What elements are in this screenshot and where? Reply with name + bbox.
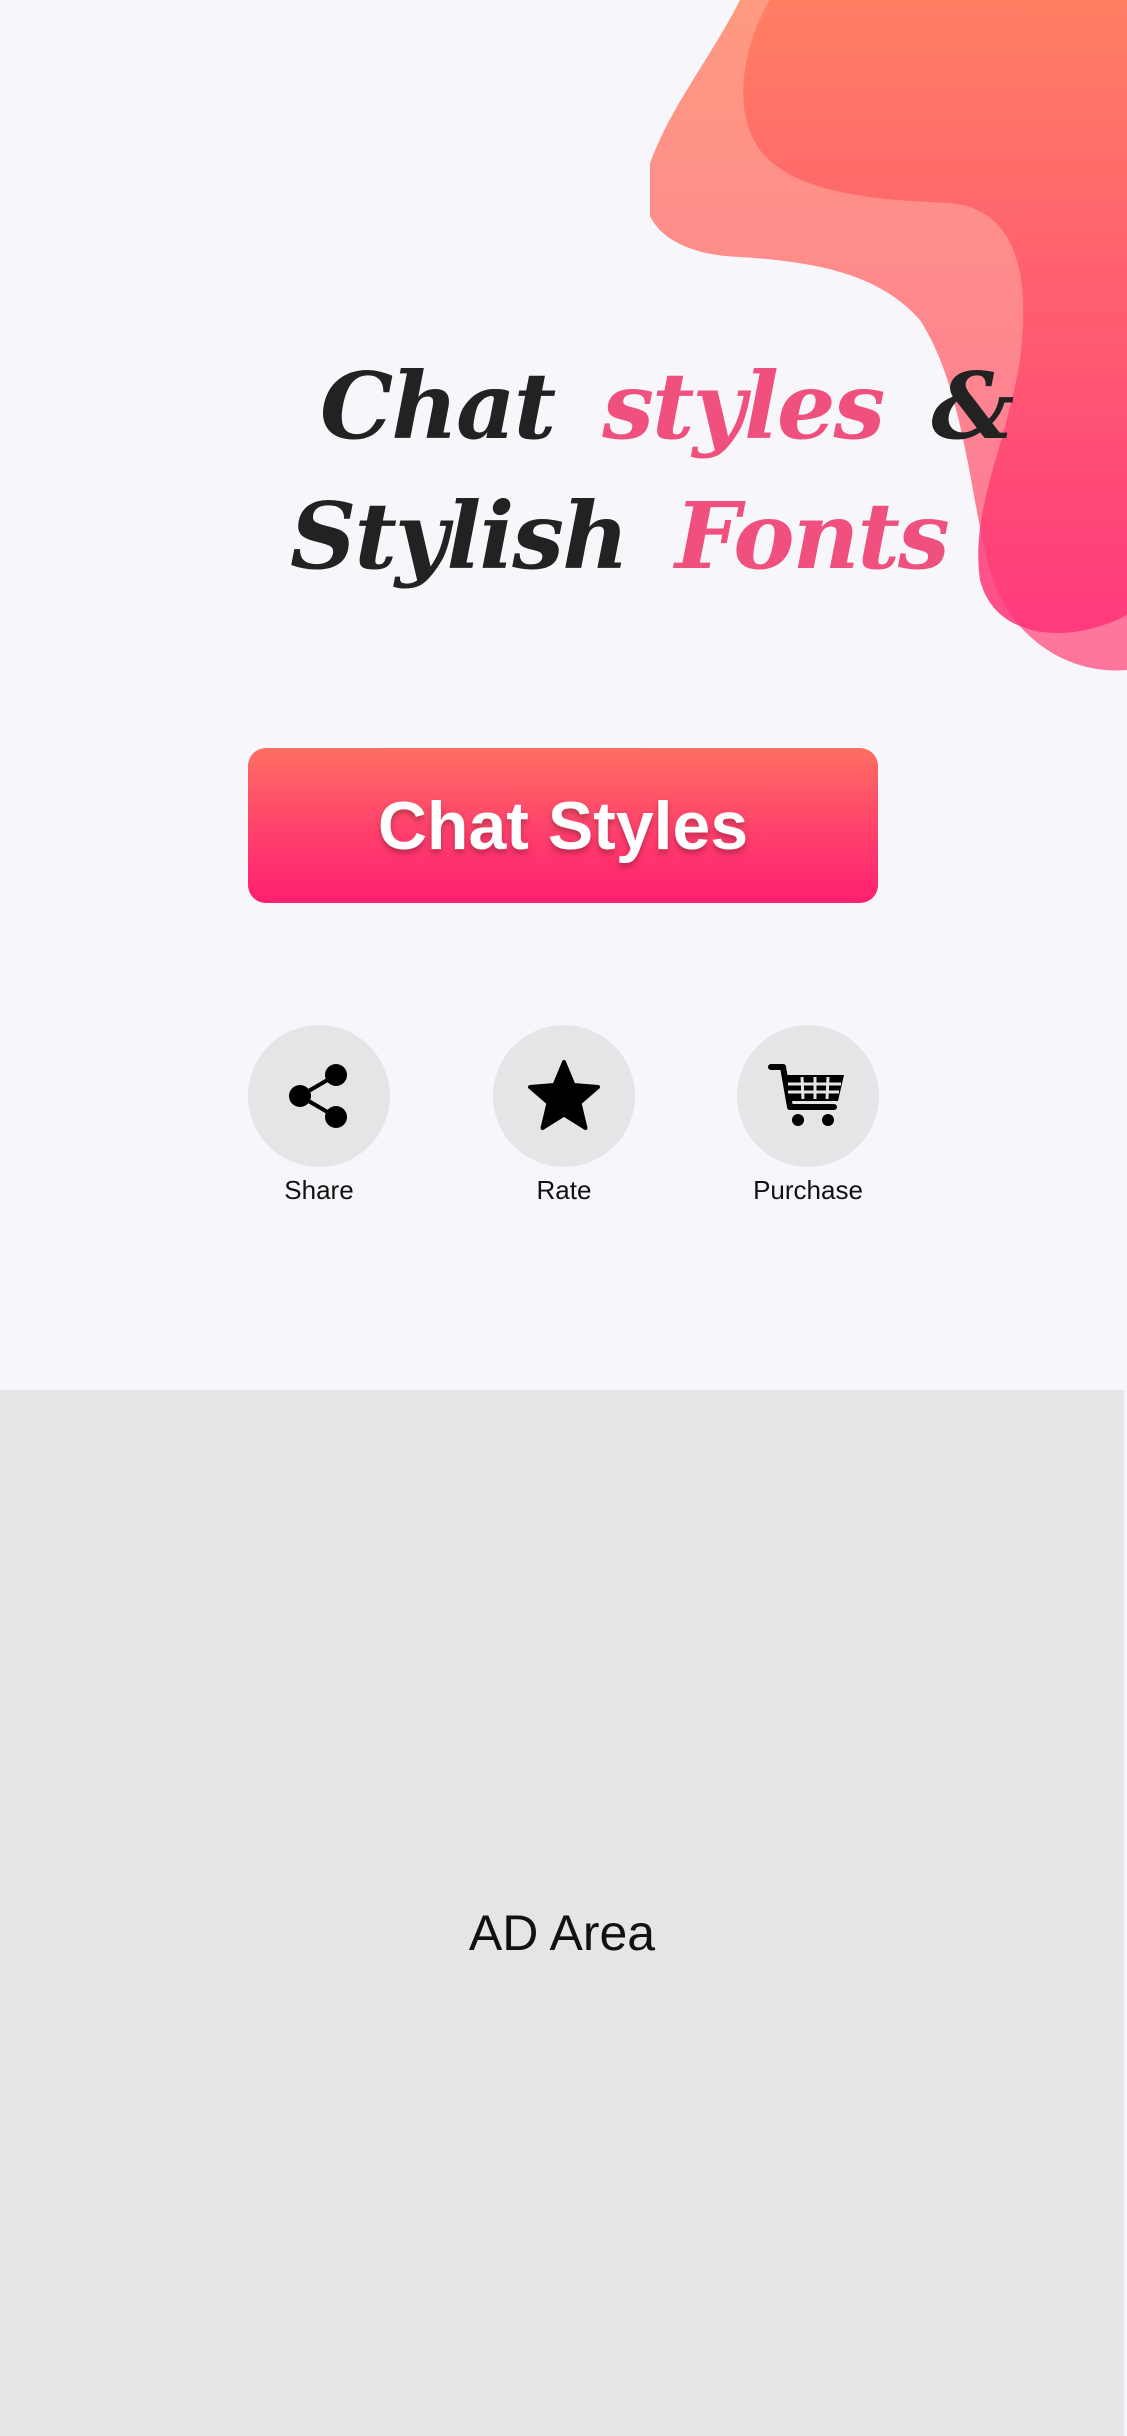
share-button[interactable]: Share bbox=[208, 1025, 428, 1215]
share-icon bbox=[289, 1064, 347, 1128]
logo-word-styles: styles bbox=[602, 352, 885, 460]
rate-label: Rate bbox=[536, 1175, 592, 1205]
rate-button[interactable]: Rate bbox=[453, 1025, 673, 1215]
purchase-icon-circle[interactable] bbox=[737, 1025, 879, 1167]
app-logo: Chat styles & Stylish Fonts bbox=[260, 330, 1014, 610]
home-screen: Chat styles & Stylish Fonts Chat Styles … bbox=[0, 0, 1127, 1390]
logo-word-fonts: Fonts bbox=[675, 482, 950, 590]
share-label: Share bbox=[284, 1175, 354, 1205]
logo-word-ampersand: & bbox=[931, 352, 1014, 460]
rate-icon-circle[interactable] bbox=[493, 1025, 635, 1167]
logo-word-chat: Chat bbox=[320, 352, 556, 460]
share-icon-circle[interactable] bbox=[248, 1025, 390, 1167]
ad-banner[interactable]: AD Area bbox=[0, 1390, 1124, 2436]
cart-icon bbox=[768, 1064, 844, 1126]
logo-line-2: Stylish Fonts bbox=[290, 482, 966, 590]
logo-line-1: Chat styles & bbox=[320, 352, 1030, 460]
purchase-label: Purchase bbox=[753, 1175, 863, 1205]
purchase-button[interactable]: Purchase bbox=[697, 1025, 917, 1215]
chat-styles-button-label: Chat Styles bbox=[377, 787, 749, 864]
ad-area-label: AD Area bbox=[468, 1905, 656, 1961]
chat-styles-button[interactable]: Chat Styles bbox=[248, 748, 878, 903]
logo-word-stylish: Stylish bbox=[290, 482, 629, 590]
star-icon bbox=[528, 1060, 600, 1130]
